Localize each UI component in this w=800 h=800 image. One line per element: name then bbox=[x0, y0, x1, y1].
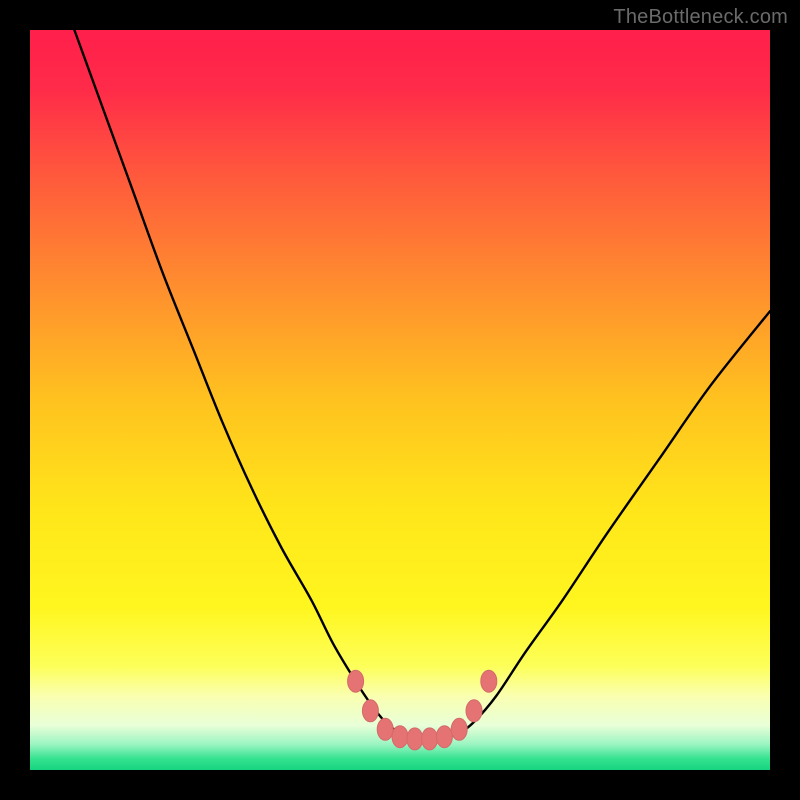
marker-point bbox=[436, 726, 452, 748]
marker-point bbox=[392, 726, 408, 748]
marker-point bbox=[362, 700, 378, 722]
marker-point bbox=[377, 718, 393, 740]
watermark-text: TheBottleneck.com bbox=[613, 6, 788, 29]
marker-point bbox=[348, 670, 364, 692]
marker-point bbox=[407, 728, 423, 750]
chart-frame: TheBottleneck.com bbox=[0, 0, 800, 800]
marker-point bbox=[422, 728, 438, 750]
plot-area bbox=[30, 30, 770, 770]
marker-point bbox=[481, 670, 497, 692]
highlight-markers bbox=[348, 670, 497, 750]
bottleneck-curve bbox=[74, 30, 770, 740]
marker-point bbox=[451, 718, 467, 740]
marker-point bbox=[466, 700, 482, 722]
curve-layer bbox=[30, 30, 770, 770]
